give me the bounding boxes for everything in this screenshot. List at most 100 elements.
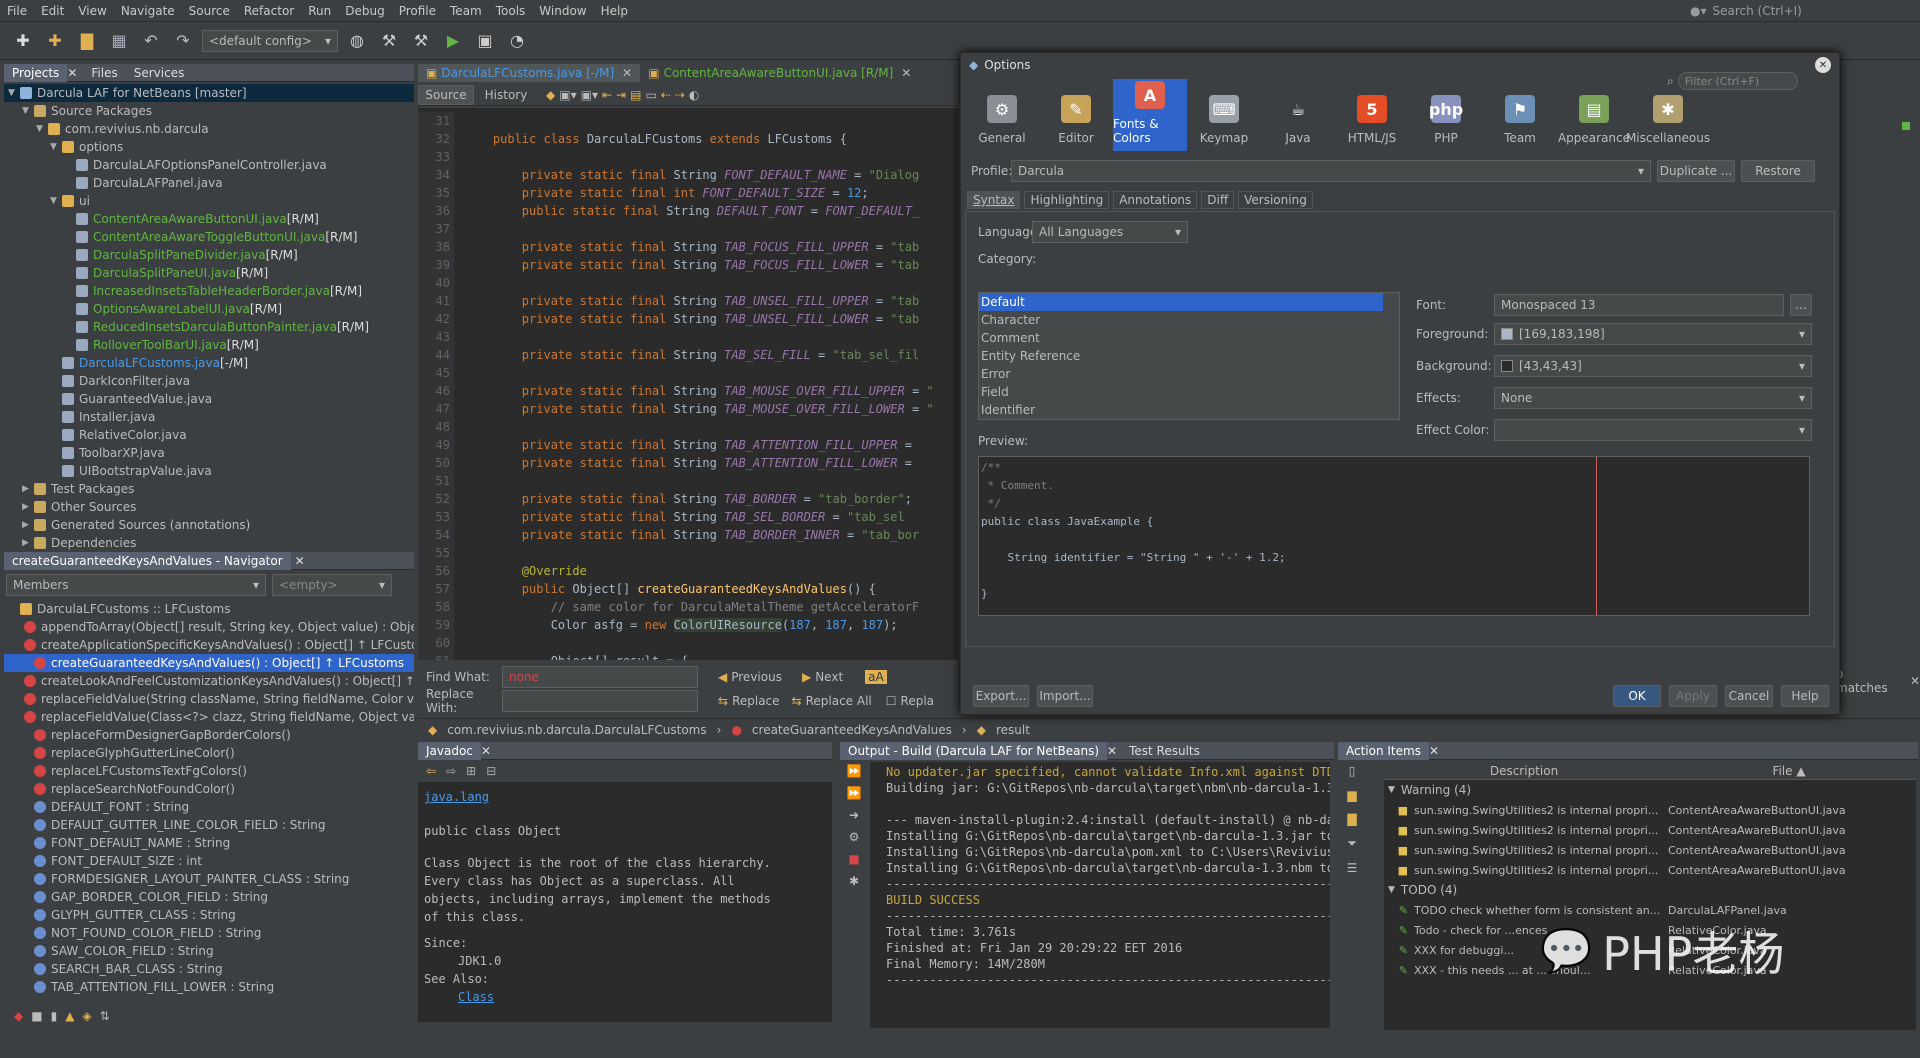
tree-node[interactable]: NOT_FOUND_COLOR_FIELD : String xyxy=(4,924,414,942)
config-select[interactable]: <default config> ▾ xyxy=(202,29,338,52)
shift-left-icon[interactable]: ⇠ xyxy=(661,88,671,102)
tree-node[interactable]: TAB_ATTENTION_FILL_LOWER : String xyxy=(4,978,414,996)
file-scope-icon[interactable]: ▯ xyxy=(1349,764,1356,778)
menu-refactor[interactable]: Refactor xyxy=(237,4,301,18)
code-line[interactable] xyxy=(464,220,934,238)
replace-button[interactable]: Replace xyxy=(732,694,779,708)
category-java[interactable]: ☕ Java xyxy=(1261,79,1335,151)
category-php[interactable]: php PHP xyxy=(1409,79,1483,151)
menu-navigate[interactable]: Navigate xyxy=(114,4,182,18)
menu-file[interactable]: File xyxy=(0,4,34,18)
tree-node[interactable]: ▼ ui xyxy=(4,192,414,210)
tree-node[interactable]: DarculaLAFOptionsPanelController.java xyxy=(4,156,414,174)
filter-box[interactable]: ⌕ Filter (Ctrl+F) xyxy=(1667,71,1817,91)
action-item-row[interactable]: ■ sun.swing.SwingUtilities2 is internal p… xyxy=(1384,820,1916,840)
help-button[interactable]: Help xyxy=(1781,685,1829,707)
group-by-icon[interactable]: ☰ xyxy=(1347,861,1358,875)
tree-node[interactable]: FONT_DEFAULT_NAME : String xyxy=(4,834,414,852)
tree-node[interactable]: RolloverToolBarUI.java [R/M] xyxy=(4,336,414,354)
editor-tab[interactable]: ▣ DarculaLFCustoms.java [-/M] ✕ xyxy=(418,64,641,82)
tree-node[interactable]: RelativeColor.java xyxy=(4,426,414,444)
export-button[interactable]: Export... xyxy=(973,685,1029,707)
close-icon[interactable]: ✕ xyxy=(1429,744,1439,758)
code-line[interactable]: public Object[] createGuaranteedKeysAndV… xyxy=(464,580,934,598)
javadoc-package-link[interactable]: java.lang xyxy=(424,788,826,806)
javadoc-see-link[interactable]: Class xyxy=(424,988,826,1006)
collapsed-icon[interactable]: ▶ xyxy=(22,480,32,498)
build-icon[interactable]: ⚒ xyxy=(376,28,402,54)
project-scope-icon[interactable]: ▆ xyxy=(1347,788,1356,802)
tree-node[interactable]: OptionsAwareLabelUI.java [R/M] xyxy=(4,300,414,318)
action-item-row[interactable]: ✎ TODO check whether form is consistent a… xyxy=(1384,900,1916,920)
start-macro-icon[interactable]: ◐ xyxy=(689,88,699,102)
filter-icon[interactable]: ⏷ xyxy=(1347,836,1357,851)
filter-static-icon[interactable]: ■ xyxy=(31,1009,42,1023)
code-line[interactable] xyxy=(464,274,934,292)
new-file-icon[interactable]: ✚ xyxy=(10,28,36,54)
tree-node[interactable]: replaceFormDesignerGapBorderColors() xyxy=(4,726,414,744)
menu-team[interactable]: Team xyxy=(443,4,489,18)
tree-node[interactable]: DarculaSplitPaneUI.java [R/M] xyxy=(4,264,414,282)
expanded-icon[interactable]: ▼ xyxy=(22,102,32,120)
settings-icon[interactable]: ⚙ xyxy=(849,830,860,844)
category-general[interactable]: ⚙ General xyxy=(965,79,1039,151)
category-appearance[interactable]: ▤ Appearance xyxy=(1557,79,1631,151)
menu-window[interactable]: Window xyxy=(532,4,593,18)
tree-node[interactable]: GuaranteedValue.java xyxy=(4,390,414,408)
effect-color-select[interactable]: ▾ xyxy=(1494,419,1812,441)
source-tab[interactable]: Source xyxy=(418,84,474,105)
code-line[interactable]: private static final String TAB_SEL_FILL… xyxy=(464,346,934,364)
font-chooser-button[interactable]: … xyxy=(1790,294,1812,316)
tools-icon[interactable]: ✱ xyxy=(849,874,859,888)
tab-versioning[interactable]: Versioning xyxy=(1238,191,1313,209)
replace-all-button[interactable]: Replace All xyxy=(806,694,872,708)
category-item[interactable]: Comment xyxy=(979,329,1399,347)
checkbox-icon[interactable]: ☐ xyxy=(886,694,897,708)
restore-button[interactable]: Restore xyxy=(1741,160,1815,182)
code-line[interactable]: private static final String TAB_ATTENTIO… xyxy=(464,454,934,472)
match-case-icon[interactable]: aA xyxy=(865,670,887,684)
tree-node[interactable]: ▼ Source Packages xyxy=(4,102,414,120)
category-editor[interactable]: ✎ Editor xyxy=(1039,79,1113,151)
forward-icon[interactable]: ▣▾ xyxy=(581,88,598,102)
members-select[interactable]: Members ▾ xyxy=(6,574,266,596)
category-html-js[interactable]: 5 HTML/JS xyxy=(1335,79,1409,151)
run-icon[interactable]: ▶ xyxy=(440,28,466,54)
debug-icon[interactable]: ▣ xyxy=(472,28,498,54)
menu-view[interactable]: View xyxy=(71,4,113,18)
globe-icon[interactable]: ◍ xyxy=(344,28,370,54)
expanded-icon[interactable]: ▼ xyxy=(1388,885,1395,895)
back-arrow-icon[interactable]: ⇦ xyxy=(426,764,436,778)
tree-node[interactable]: ▶ Dependencies xyxy=(4,534,414,552)
code-line[interactable]: public static final String DEFAULT_FONT … xyxy=(464,202,934,220)
open-project-icon[interactable]: ▇ xyxy=(74,28,100,54)
undo-icon[interactable]: ↶ xyxy=(138,28,164,54)
background-select[interactable]: [43,43,43] ▾ xyxy=(1494,355,1812,377)
back-icon[interactable]: ▣▾ xyxy=(559,88,576,102)
forward-arrow-icon[interactable]: ⇨ xyxy=(446,764,456,778)
code-line[interactable] xyxy=(464,418,934,436)
tree-node[interactable]: IncreasedInsetsTableHeaderBorder.java [R… xyxy=(4,282,414,300)
ok-button[interactable]: OK xyxy=(1613,685,1661,707)
category-item[interactable]: Entity Reference xyxy=(979,347,1399,365)
replace-with-input[interactable] xyxy=(502,690,698,712)
close-icon[interactable]: ✕ xyxy=(901,66,911,80)
tree-node[interactable]: FONT_DEFAULT_SIZE : int xyxy=(4,852,414,870)
breadcrumb-item[interactable]: result xyxy=(996,723,1030,737)
breadcrumb-item[interactable]: createGuaranteedKeysAndValues xyxy=(752,723,952,737)
code-line[interactable]: private static final String TAB_FOCUS_FI… xyxy=(464,238,934,256)
category-fonts-colors[interactable]: A Fonts & Colors xyxy=(1113,79,1187,151)
foreground-select[interactable]: [169,183,198] ▾ xyxy=(1494,323,1812,345)
expanded-icon[interactable]: ▼ xyxy=(50,192,60,210)
tree-node[interactable]: ContentAreaAwareButtonUI.java [R/M] xyxy=(4,210,414,228)
menu-debug[interactable]: Debug xyxy=(338,4,391,18)
tab-diff[interactable]: Diff xyxy=(1201,191,1235,209)
tree-node[interactable]: GAP_BORDER_COLOR_FIELD : String xyxy=(4,888,414,906)
rerun-icon[interactable]: ⏩ xyxy=(847,764,862,778)
code-line[interactable]: private static final String TAB_UNSEL_FI… xyxy=(464,292,934,310)
tree-node[interactable]: DarculaLFCustoms.java [-/M] xyxy=(4,354,414,372)
find-what-input[interactable]: none xyxy=(502,666,698,688)
tab-projects[interactable]: Projects xyxy=(4,63,68,82)
tree-node[interactable]: DEFAULT_GUTTER_LINE_COLOR_FIELD : String xyxy=(4,816,414,834)
tree-node[interactable]: ContentAreaAwareToggleButtonUI.java [R/M… xyxy=(4,228,414,246)
